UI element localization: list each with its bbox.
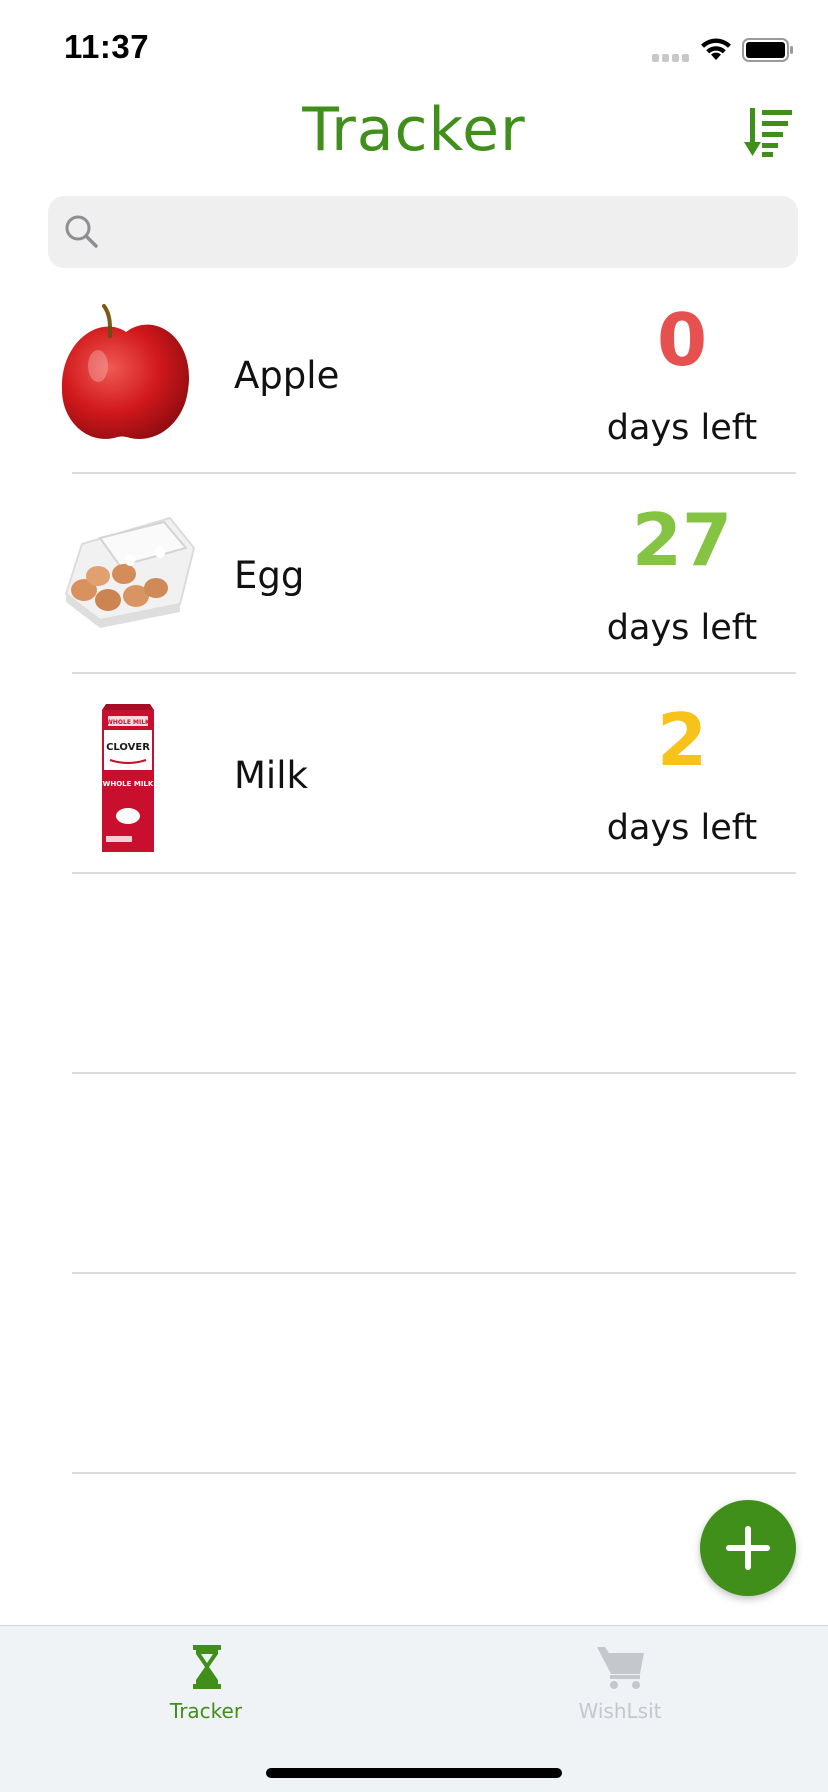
tab-tracker[interactable]: Tracker <box>56 1626 356 1736</box>
status-time: 11:37 <box>64 28 150 65</box>
home-indicator <box>266 1768 562 1778</box>
item-name: Egg <box>234 554 305 597</box>
days-left-label: days left <box>606 808 758 848</box>
plus-icon <box>726 1526 770 1570</box>
list-item-apple[interactable]: Apple 0 days left <box>0 274 828 474</box>
milk-carton-image: WHOLE MILK CLOVER WHOLE MILK <box>102 704 154 852</box>
sort-descending-icon <box>744 108 792 157</box>
item-name: Apple <box>234 354 340 397</box>
battery-icon <box>742 38 793 62</box>
days-left-count: 27 <box>631 498 733 582</box>
search-icon <box>65 215 98 248</box>
days-left-count: 0 <box>656 298 708 382</box>
item-list: Apple 0 days left Egg 27 days left WHOLE… <box>0 274 828 1474</box>
list-item-milk[interactable]: WHOLE MILK CLOVER WHOLE MILK Milk 2 days… <box>0 674 828 874</box>
days-left-count: 2 <box>656 698 708 782</box>
sort-button[interactable] <box>744 104 800 160</box>
apple-image <box>61 304 190 439</box>
wifi-icon <box>701 38 731 60</box>
empty-row <box>0 874 828 1074</box>
list-item-egg[interactable]: Egg 27 days left <box>0 474 828 674</box>
item-name: Milk <box>234 754 308 797</box>
hourglass-icon <box>193 1645 221 1689</box>
empty-row <box>0 1074 828 1274</box>
page-title: Tracker <box>302 95 526 165</box>
empty-row <box>0 1274 828 1474</box>
search-bar[interactable] <box>48 196 798 268</box>
search-input[interactable] <box>112 196 784 268</box>
tab-label: Tracker <box>169 1699 243 1723</box>
egg-carton-image <box>64 516 196 628</box>
cellular-signal-icon <box>652 50 690 62</box>
tab-label: WishLsit <box>578 1699 662 1723</box>
row-divider <box>72 1472 796 1474</box>
days-left-label: days left <box>606 408 758 448</box>
tab-wishlist[interactable]: WishLsit <box>470 1626 770 1736</box>
tab-bar: Tracker WishLsit <box>0 1625 828 1792</box>
svg-text:WHOLE MILK: WHOLE MILK <box>106 719 150 726</box>
screen: 11:37 Tracker Apple 0 days left Egg 27 d… <box>0 0 828 1792</box>
status-bar: 11:37 <box>0 0 828 96</box>
cart-icon <box>597 1647 644 1689</box>
svg-text:WHOLE MILK: WHOLE MILK <box>103 780 154 788</box>
svg-text:CLOVER: CLOVER <box>106 742 150 753</box>
add-item-button[interactable] <box>700 1500 796 1596</box>
days-left-label: days left <box>606 608 758 648</box>
